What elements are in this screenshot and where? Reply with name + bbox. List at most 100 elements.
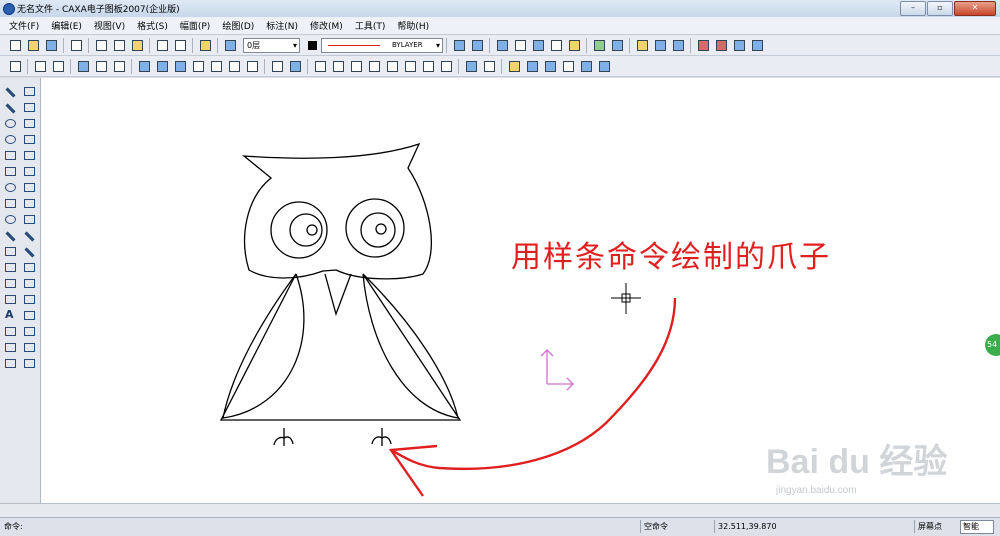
layer-icon[interactable] — [222, 37, 238, 53]
centerline-icon[interactable] — [3, 228, 17, 242]
ellipse-icon[interactable] — [3, 180, 17, 194]
cut-icon[interactable] — [93, 37, 109, 53]
rectangle-icon[interactable] — [3, 196, 17, 210]
copy-icon[interactable] — [111, 37, 127, 53]
mirror-icon[interactable] — [22, 132, 36, 146]
zoom-window-icon[interactable] — [463, 58, 479, 74]
mtext-icon[interactable] — [111, 58, 127, 74]
library-icon[interactable] — [634, 37, 650, 53]
tolerance-icon[interactable] — [330, 58, 346, 74]
paste-icon[interactable] — [129, 37, 145, 53]
trim-icon[interactable] — [226, 58, 242, 74]
offset-icon[interactable] — [22, 308, 36, 322]
text-tool-icon[interactable] — [3, 308, 17, 322]
color-swatch[interactable] — [308, 40, 317, 50]
block-icon[interactable] — [591, 37, 607, 53]
point-icon[interactable] — [3, 164, 17, 178]
text-edit-icon[interactable] — [75, 58, 91, 74]
center-icon[interactable] — [244, 58, 260, 74]
line-icon[interactable] — [3, 84, 17, 98]
close-button[interactable]: ✕ — [954, 1, 996, 16]
roughness-icon[interactable] — [348, 58, 364, 74]
explode-icon[interactable] — [22, 276, 36, 290]
polyline-icon[interactable] — [3, 244, 17, 258]
zoom-prev-icon[interactable] — [524, 58, 540, 74]
circle-icon[interactable] — [3, 116, 17, 130]
linestyle-icon[interactable] — [451, 37, 467, 53]
save-icon[interactable] — [43, 37, 59, 53]
menu-edit[interactable]: 编辑(E) — [48, 19, 85, 32]
pan-icon[interactable] — [481, 58, 497, 74]
parts-icon[interactable] — [731, 37, 747, 53]
trim-tool-icon[interactable] — [22, 196, 36, 210]
datum-icon[interactable] — [366, 58, 382, 74]
array-icon[interactable] — [22, 164, 36, 178]
linetype-select[interactable]: BYLAYER — [321, 37, 443, 53]
arc-tool-icon[interactable] — [136, 58, 152, 74]
drawing-canvas[interactable]: 用样条命令绘制的爪子 Bai du 经验 jingyan.baidu.com 5… — [41, 78, 1000, 503]
zoom-out-icon[interactable] — [560, 58, 576, 74]
section-icon[interactable] — [402, 58, 418, 74]
parallel-icon[interactable] — [3, 100, 17, 114]
redo-icon[interactable] — [172, 37, 188, 53]
insert-icon[interactable] — [652, 37, 668, 53]
help-icon[interactable] — [197, 37, 213, 53]
pattern-icon[interactable] — [208, 58, 224, 74]
print-icon[interactable] — [68, 37, 84, 53]
open-file-icon[interactable] — [25, 37, 41, 53]
snap-select[interactable]: 智能 — [960, 520, 994, 534]
copy-tool-icon[interactable] — [22, 116, 36, 130]
menu-draw[interactable]: 绘图(D) — [219, 19, 257, 32]
spline-icon[interactable] — [3, 148, 17, 162]
zoom-fit-icon[interactable] — [596, 58, 612, 74]
move-icon[interactable] — [22, 100, 36, 114]
textstyle-icon[interactable] — [469, 37, 485, 53]
chamfer-dim-icon[interactable] — [438, 58, 454, 74]
calc-icon[interactable] — [566, 37, 582, 53]
polygon-icon[interactable] — [3, 212, 17, 226]
image-icon[interactable] — [3, 356, 17, 370]
fillet-icon[interactable] — [22, 212, 36, 226]
maximize-button[interactable]: ▫ — [927, 1, 953, 16]
view-icon[interactable] — [7, 58, 23, 74]
label-icon[interactable] — [420, 58, 436, 74]
undo-icon[interactable] — [154, 37, 170, 53]
match-icon[interactable] — [530, 37, 546, 53]
break-icon[interactable] — [172, 58, 188, 74]
bom-icon[interactable] — [749, 37, 765, 53]
menu-help[interactable]: 帮助(H) — [394, 19, 432, 32]
minimize-button[interactable]: – — [900, 1, 926, 16]
leader-icon[interactable] — [312, 58, 328, 74]
extend-icon[interactable] — [22, 228, 36, 242]
property-icon[interactable] — [494, 37, 510, 53]
hatch-icon[interactable] — [3, 276, 17, 290]
titleblock-icon[interactable] — [713, 37, 729, 53]
table-icon[interactable] — [670, 37, 686, 53]
dimension-icon[interactable] — [269, 58, 285, 74]
new-file-icon[interactable] — [7, 37, 23, 53]
grid-icon[interactable] — [548, 37, 564, 53]
zoom-in-icon[interactable] — [542, 58, 558, 74]
redraw-icon[interactable] — [50, 58, 66, 74]
edit-icon[interactable] — [22, 356, 36, 370]
horizontal-scrollbar[interactable] — [0, 503, 1000, 517]
chamfer-icon[interactable] — [3, 260, 17, 274]
menu-sheet[interactable]: 幅面(P) — [177, 19, 213, 32]
menu-tools[interactable]: 工具(T) — [352, 19, 389, 32]
arrow-icon[interactable] — [190, 58, 206, 74]
break-tool-icon[interactable] — [22, 244, 36, 258]
side-badge[interactable]: 54 — [985, 334, 1000, 356]
insert-block-icon[interactable] — [3, 340, 17, 354]
menu-modify[interactable]: 修改(M) — [307, 19, 346, 32]
stretch-icon[interactable] — [22, 260, 36, 274]
block-create-icon[interactable] — [3, 324, 17, 338]
query-icon[interactable] — [512, 37, 528, 53]
menu-file[interactable]: 文件(F) — [6, 19, 42, 32]
erase-icon[interactable] — [22, 324, 36, 338]
menu-dimension[interactable]: 标注(N) — [263, 19, 301, 32]
pen-icon[interactable] — [22, 84, 36, 98]
frame-icon[interactable] — [695, 37, 711, 53]
scale-icon[interactable] — [22, 180, 36, 194]
rotate-icon[interactable] — [22, 148, 36, 162]
weld-icon[interactable] — [384, 58, 400, 74]
